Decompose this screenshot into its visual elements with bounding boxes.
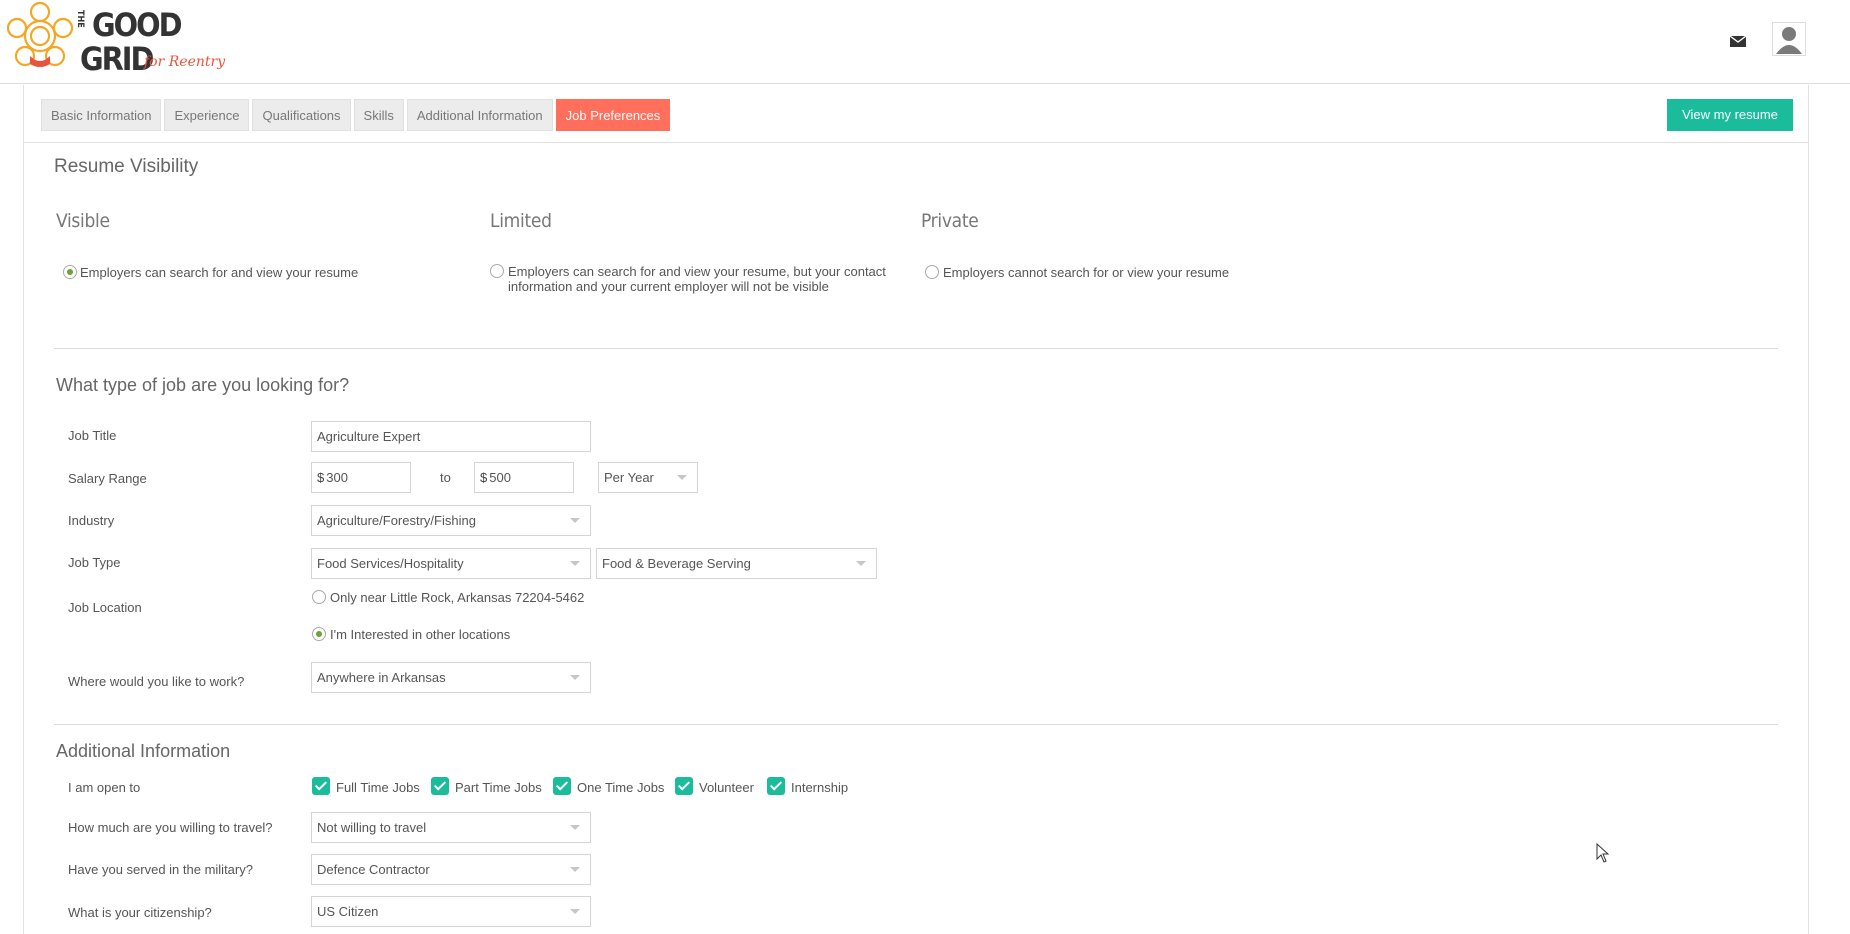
visibility-visible-radio[interactable] [63, 265, 77, 279]
job-location-label: Job Location [68, 600, 142, 615]
tab-qualifications[interactable]: Qualifications [252, 99, 351, 131]
tab-skills[interactable]: Skills [353, 99, 404, 131]
part-time-checkbox[interactable] [431, 777, 449, 795]
resume-visibility-title: Resume Visibility [54, 156, 199, 177]
visibility-visible-label: Employers can search for and view your r… [80, 265, 359, 280]
where-work-select[interactable]: Anywhere in Arkansas [311, 662, 591, 693]
military-label: Have you served in the military? [68, 862, 253, 877]
job-type-label: Job Type [68, 555, 121, 570]
envelope-icon[interactable] [1728, 32, 1748, 50]
one-time-checkbox[interactable] [553, 777, 571, 795]
salary-max-currency: $ [480, 470, 488, 485]
visibility-private-label: Employers cannot search for or view your… [943, 265, 1230, 280]
tab-additional-information[interactable]: Additional Information [406, 99, 553, 131]
salary-range-label: Salary Range [68, 471, 147, 486]
logo-grid-text: GRID [80, 40, 154, 78]
tab-basic-information[interactable]: Basic Information [41, 99, 162, 131]
the-good-grid-logo[interactable]: THE GOOD GRID for Reentry [4, 0, 234, 80]
limited-heading: Limited [490, 210, 552, 232]
volunteer-label: Volunteer [699, 780, 754, 795]
logo-the-text: THE [75, 10, 85, 28]
internship-checkbox[interactable] [767, 777, 785, 795]
job-title-label: Job Title [68, 428, 117, 443]
additional-info-title: Additional Information [56, 741, 231, 761]
where-work-label: Where would you like to work? [68, 674, 245, 689]
industry-label: Industry [68, 513, 115, 528]
profile-tabs: Basic Information Experience Qualificati… [41, 99, 671, 131]
location-other-radio[interactable] [312, 627, 326, 641]
visibility-private-radio[interactable] [925, 265, 939, 279]
job-section-title: What type of job are you looking for? [56, 375, 350, 395]
full-time-label: Full Time Jobs [336, 780, 420, 795]
top-header: THE GOOD GRID for Reentry [0, 0, 1850, 84]
part-time-label: Part Time Jobs [455, 780, 542, 795]
user-avatar-icon[interactable] [1772, 22, 1806, 56]
salary-min-input[interactable]: $300 [311, 462, 411, 493]
tab-experience[interactable]: Experience [164, 99, 250, 131]
salary-period-select[interactable]: Per Year [598, 462, 698, 493]
travel-label: How much are you willing to travel? [68, 820, 273, 835]
visibility-limited-line2: information and your current employer wi… [508, 279, 829, 294]
section-divider [54, 348, 1778, 349]
citizenship-label: What is your citizenship? [68, 905, 212, 920]
logo-tagline-text: for Reentry [143, 54, 226, 70]
logo-good-text: GOOD [92, 6, 182, 44]
mouse-cursor-icon [1596, 842, 1610, 866]
tab-job-preferences[interactable]: Job Preferences [555, 99, 671, 131]
view-my-resume-button[interactable]: View my resume [1667, 99, 1793, 131]
job-title-input[interactable]: Agriculture Expert [311, 421, 591, 452]
location-other-label: I'm Interested in other locations [330, 627, 511, 642]
internship-label: Internship [791, 780, 849, 795]
visibility-limited-radio[interactable] [490, 264, 504, 278]
salary-max-input[interactable]: $500 [474, 462, 574, 493]
military-select[interactable]: Defence Contractor [311, 854, 591, 885]
job-subtype-select[interactable]: Food & Beverage Serving [596, 548, 877, 579]
location-near-label: Only near Little Rock, Arkansas 72204-54… [330, 590, 585, 605]
salary-to-label: to [440, 470, 451, 485]
open-to-label: I am open to [68, 780, 141, 795]
travel-select[interactable]: Not willing to travel [311, 812, 591, 843]
volunteer-checkbox[interactable] [675, 777, 693, 795]
profile-panel: Basic Information Experience Qualificati… [23, 85, 1809, 934]
industry-select[interactable]: Agriculture/Forestry/Fishing [311, 505, 591, 536]
visibility-limited-label: Employers can search for and view your r… [508, 264, 886, 294]
salary-min-currency: $ [317, 470, 325, 485]
visibility-limited-line1: Employers can search for and view your r… [508, 264, 886, 279]
job-type-select[interactable]: Food Services/Hospitality [311, 548, 591, 579]
visible-heading: Visible [56, 210, 110, 232]
section-divider-2 [54, 724, 1778, 725]
one-time-label: One Time Jobs [577, 780, 665, 795]
salary-min-value: 300 [326, 470, 348, 485]
full-time-checkbox[interactable] [312, 777, 330, 795]
tabs-divider [24, 142, 1808, 143]
citizenship-select[interactable]: US Citizen [311, 896, 591, 927]
salary-max-value: 500 [489, 470, 511, 485]
location-near-radio[interactable] [312, 590, 326, 604]
private-heading: Private [921, 210, 979, 232]
